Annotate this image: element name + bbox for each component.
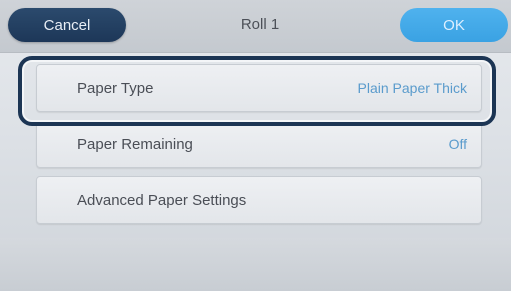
settings-list: Paper Type Plain Paper Thick Paper Remai…	[36, 64, 482, 232]
setting-value: Off	[448, 136, 467, 152]
header-bar: Cancel Roll 1 OK	[0, 0, 511, 53]
printer-screen: Cancel Roll 1 OK Paper Type Plain Paper …	[0, 0, 511, 291]
cancel-button[interactable]: Cancel	[8, 8, 126, 42]
setting-value: Plain Paper Thick	[357, 80, 467, 96]
setting-paper-type[interactable]: Paper Type Plain Paper Thick	[36, 64, 482, 112]
bottom-area	[0, 238, 511, 291]
setting-paper-remaining[interactable]: Paper Remaining Off	[36, 120, 482, 168]
setting-label: Paper Remaining	[77, 135, 193, 153]
ok-button[interactable]: OK	[400, 8, 508, 42]
setting-label: Advanced Paper Settings	[77, 191, 247, 209]
setting-label: Paper Type	[77, 79, 154, 97]
setting-advanced-paper-settings[interactable]: Advanced Paper Settings	[36, 176, 482, 224]
page-title: Roll 1	[240, 16, 280, 33]
